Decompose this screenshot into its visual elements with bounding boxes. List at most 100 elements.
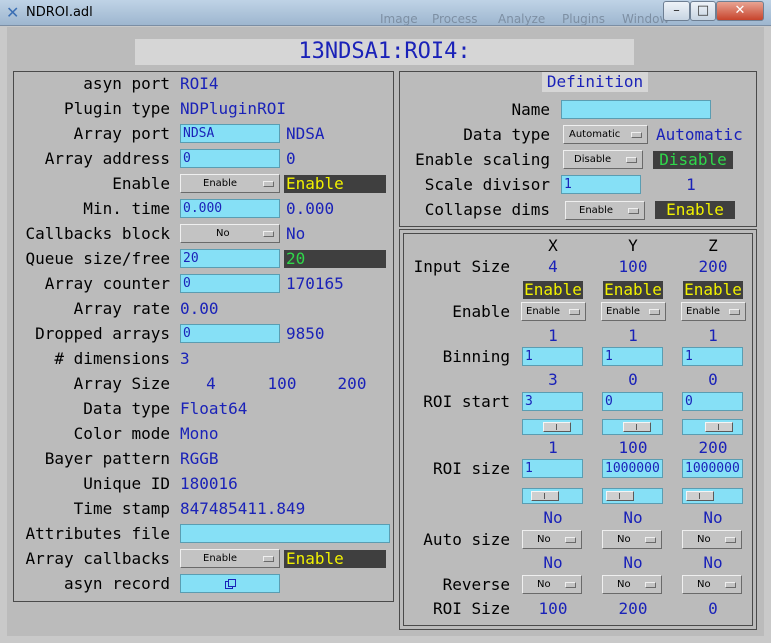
menu-indicator-icon	[725, 537, 736, 543]
array-rate-value: 0.00	[180, 299, 219, 318]
enable-scaling-label: Enable scaling	[415, 150, 550, 169]
asyn-record-label: asyn record	[64, 574, 170, 593]
enable-scaling-menu[interactable]: Disable	[563, 150, 643, 169]
auto-size-menu-z-text: No	[697, 534, 711, 545]
min-time-input[interactable]: 0.000	[180, 199, 280, 218]
roi-start-input-y[interactable]: 0	[602, 392, 663, 411]
roi-enable-menu-x[interactable]: Enable	[521, 302, 586, 321]
roi-start-input-x[interactable]: 3	[522, 392, 583, 411]
color-mode-label: Color mode	[73, 424, 170, 443]
attributes-file-input[interactable]	[180, 524, 390, 543]
roi-enable-menu-y[interactable]: Enable	[601, 302, 666, 321]
dimensions-value: 3	[180, 349, 190, 368]
minimize-button[interactable]: –	[663, 1, 690, 21]
queue-size-input[interactable]: 20	[180, 249, 280, 268]
menu-indicator-icon	[725, 582, 736, 588]
reverse-menu-z[interactable]: No	[682, 575, 742, 594]
array-rate-label: Array rate	[73, 299, 170, 318]
ghost-menu-analyze: Analyze	[498, 12, 546, 26]
input-size-x: 4	[548, 257, 558, 276]
slider-thumb[interactable]	[531, 491, 559, 501]
input-size-z: 200	[698, 257, 728, 276]
binning-input-y[interactable]: 1	[602, 347, 663, 366]
roi-enable-menu-z[interactable]: Enable	[681, 302, 746, 321]
array-address-input[interactable]: 0	[180, 149, 280, 168]
unique-id-label: Unique ID	[83, 474, 170, 493]
array-callbacks-menu[interactable]: Enable	[180, 549, 280, 568]
collapse-dims-menu[interactable]: Enable	[565, 201, 645, 220]
time-stamp-label: Time stamp	[73, 499, 170, 518]
array-callbacks-readback: Enable	[284, 550, 386, 568]
def-data-type-menu[interactable]: Automatic	[563, 125, 648, 144]
scale-divisor-input[interactable]: 1	[561, 175, 641, 194]
roi-size-readback-z: 200	[698, 438, 728, 457]
roi-enable-menu-y-text: Enable	[606, 306, 641, 317]
def-data-type-value: Automatic	[656, 125, 743, 144]
roi-size-readback-x: 1	[548, 438, 558, 457]
name-input[interactable]	[561, 100, 711, 119]
enable-label: Enable	[112, 174, 170, 193]
array-address-label: Array address	[44, 149, 170, 168]
close-button[interactable]: ✕	[716, 1, 764, 21]
roi-enable-menu-x-text: Enable	[526, 306, 561, 317]
scale-divisor-label: Scale divisor	[424, 175, 550, 194]
binning-input-x[interactable]: 1	[522, 347, 583, 366]
data-type-value: Float64	[180, 399, 248, 418]
roi-size-slider-z[interactable]	[682, 488, 743, 504]
roi-size-input-y[interactable]: 1000000	[602, 459, 663, 478]
slider-thumb[interactable]	[623, 422, 651, 432]
menu-indicator-icon	[626, 157, 637, 163]
roi-size-slider-x[interactable]	[522, 488, 583, 504]
binning-readback-x: 1	[548, 326, 558, 345]
reverse-menu-y[interactable]: No	[602, 575, 662, 594]
binning-input-z[interactable]: 1	[682, 347, 743, 366]
maximize-button[interactable]: □	[690, 1, 716, 21]
min-time-value: 0.000	[286, 199, 335, 218]
slider-thumb[interactable]	[686, 491, 714, 501]
asyn-record-button[interactable]	[180, 574, 280, 593]
callbacks-block-menu[interactable]: No	[180, 224, 280, 243]
enable-menu-text: Enable	[203, 178, 238, 189]
roi-enable-label: Enable	[452, 302, 510, 321]
roi-size-slider-y[interactable]	[602, 488, 663, 504]
definition-title: Definition	[542, 72, 648, 92]
array-size-y: 100	[267, 374, 297, 393]
array-size-label: Array Size	[73, 374, 170, 393]
slider-thumb[interactable]	[543, 422, 571, 432]
collapse-dims-menu-text: Enable	[579, 205, 614, 216]
roi-start-slider-z[interactable]	[682, 419, 743, 435]
reverse-menu-x[interactable]: No	[522, 575, 582, 594]
enable-menu[interactable]: Enable	[180, 174, 280, 193]
auto-size-menu-x[interactable]: No	[522, 530, 582, 549]
menu-indicator-icon	[569, 309, 580, 315]
roi-start-readback-x: 3	[548, 370, 558, 389]
min-time-label: Min. time	[83, 199, 170, 218]
auto-size-menu-z[interactable]: No	[682, 530, 742, 549]
roi-enable-readback-x: Enable	[523, 280, 583, 299]
auto-size-menu-y[interactable]: No	[602, 530, 662, 549]
roi-start-readback-z: 0	[708, 370, 718, 389]
slider-thumb[interactable]	[606, 491, 634, 501]
binning-readback-z: 1	[708, 326, 718, 345]
roi-size-input-x[interactable]: 1	[522, 459, 583, 478]
roi-size-input-z[interactable]: 1000000	[682, 459, 743, 478]
roi-start-slider-y[interactable]	[602, 419, 663, 435]
roi-start-readback-y: 0	[628, 370, 638, 389]
array-counter-input[interactable]: 0	[180, 274, 280, 293]
menu-indicator-icon	[263, 556, 274, 562]
unique-id-value: 180016	[180, 474, 238, 493]
slider-thumb[interactable]	[705, 422, 733, 432]
roi-start-slider-x[interactable]	[522, 419, 583, 435]
array-size-z: 200	[337, 374, 367, 393]
reverse-label: Reverse	[442, 575, 510, 594]
dropped-arrays-input[interactable]: 0	[180, 324, 280, 343]
menu-indicator-icon	[631, 132, 642, 138]
array-port-input[interactable]: NDSA	[180, 124, 280, 143]
related-display-icon	[225, 579, 236, 589]
window-titlebar[interactable]: ✕ NDROI.adl Image Process Analyze Plugin…	[0, 0, 771, 26]
roi-start-input-z[interactable]: 0	[682, 392, 743, 411]
attributes-file-label: Attributes file	[25, 524, 171, 543]
name-label: Name	[511, 100, 550, 119]
menu-indicator-icon	[565, 537, 576, 543]
array-callbacks-label: Array callbacks	[25, 549, 171, 568]
